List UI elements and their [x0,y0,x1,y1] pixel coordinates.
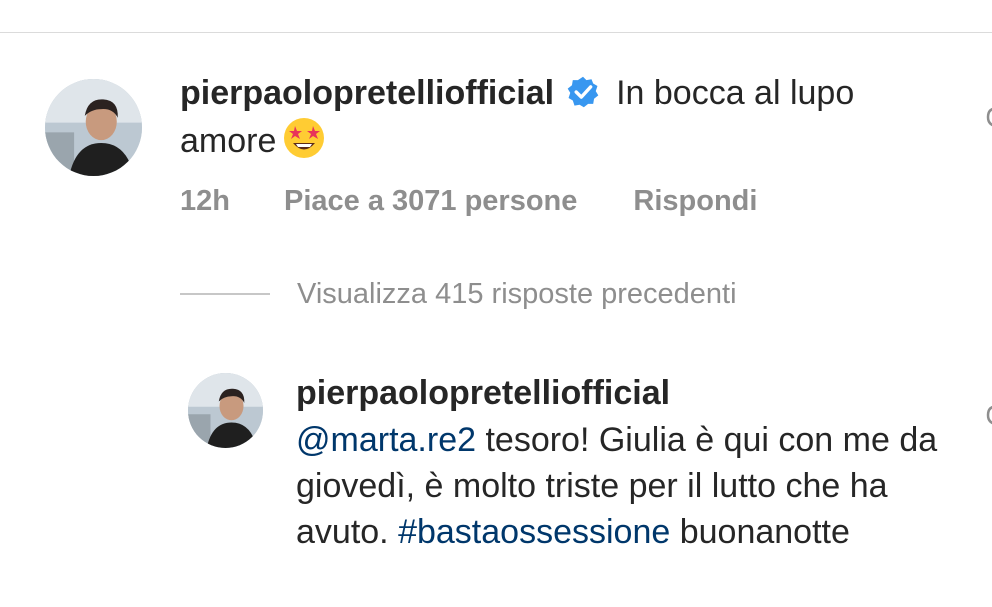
top-divider [0,32,992,33]
reply-avatar[interactable] [188,373,263,448]
comment: pierpaolopretelliofficial In bocca al lup… [180,70,940,164]
comment-text-line1: In bocca al lupo [616,74,855,112]
reply-username[interactable]: pierpaolopretelliofficial [296,370,670,416]
verified-badge-icon [567,76,599,108]
comment-username[interactable]: pierpaolopretelliofficial [180,74,554,112]
reply-text: @marta.re2 tesoro! Giulia è qui con me d… [296,417,956,555]
comment-time: 12h [180,185,230,217]
comment-meta: 12h Piace a 3071 persone Rispondi [180,182,757,220]
replies-divider-line [180,293,270,295]
view-previous-replies-button[interactable]: Visualizza 415 risposte precedenti [180,274,737,314]
view-replies-label: Visualizza 415 risposte precedenti [297,277,737,310]
comment-text-line2: amore [180,122,277,160]
comment-likes-link[interactable]: Piace a 3071 persone [284,182,577,220]
reply-text-part2: buonanotte [670,513,850,551]
heart-icon[interactable] [984,104,992,130]
star-struck-emoji-icon [284,118,325,158]
hashtag-link[interactable]: #bastaossessione [398,513,670,551]
commenter-avatar[interactable] [45,79,142,176]
reply-button[interactable]: Rispondi [633,182,757,220]
comments-screen: pierpaolopretelliofficial In bocca al lup… [0,0,992,607]
mention-link[interactable]: @marta.re2 [296,421,476,459]
heart-icon[interactable] [984,402,992,428]
